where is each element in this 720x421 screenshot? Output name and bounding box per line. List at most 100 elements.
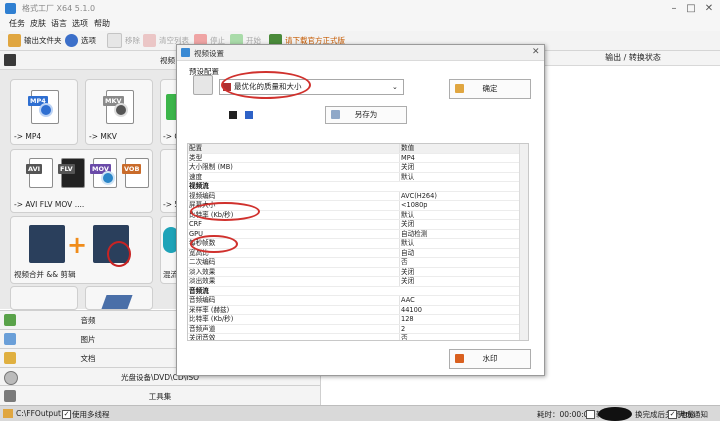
tile-partial-5[interactable] <box>85 286 153 310</box>
folder-icon <box>8 34 21 47</box>
menu-task[interactable]: 任务 <box>9 18 25 29</box>
grid-row[interactable]: 大小限制 (MB) 关闭 <box>188 163 528 173</box>
grid-value: 关闭 <box>399 267 521 276</box>
annotation-ring <box>190 235 238 253</box>
grid-value: AVC(H264) <box>399 191 521 200</box>
save-icon <box>331 110 340 119</box>
grid-row[interactable]: 类型 MP4 <box>188 153 528 163</box>
category-toolbox[interactable]: 工具集 <box>0 385 320 406</box>
grid-scrollbar[interactable] <box>519 144 528 340</box>
output-path[interactable]: C:\FFOutput <box>16 409 61 418</box>
grid-row[interactable]: 比特率 (Kb/秒) 128 <box>188 315 528 325</box>
grid-row[interactable]: 音频声道 2 <box>188 324 528 334</box>
save-as-button[interactable]: 另存为 <box>325 106 407 124</box>
grid-key: 音频编码 <box>189 296 216 304</box>
grid-row[interactable]: 速度 默认 <box>188 172 528 182</box>
category-audio[interactable]: 音频 <box>0 310 176 329</box>
shutdown-checkbox[interactable] <box>586 409 595 419</box>
grid-row[interactable]: 视频编码 AVC(H264) <box>188 191 528 201</box>
grid-key: 关闭音效 <box>189 334 216 341</box>
flv-file-icon: FLV <box>58 158 85 188</box>
grid-section-row[interactable]: 音频流 <box>188 286 528 296</box>
tile-mp4[interactable]: MP4 -> MP4 <box>10 79 78 145</box>
grid-value: MP4 <box>399 153 521 162</box>
dialog-icon <box>181 48 190 57</box>
dialog-close-icon[interactable]: ✕ <box>532 47 540 57</box>
eraser-icon <box>101 295 133 309</box>
grid-value: AAC <box>399 296 521 305</box>
grid-key: 采样率 (赫兹) <box>189 305 230 314</box>
grid-row[interactable]: 淡入效果 关闭 <box>188 267 528 277</box>
grid-row[interactable]: GPU 自动检测 <box>188 229 528 239</box>
grid-key: 音频声道 <box>189 324 216 333</box>
chevron-down-icon: ⌄ <box>392 83 398 91</box>
avi-file-icon: AVI <box>26 158 53 188</box>
grid-key: 比特率 (Kb/秒) <box>189 315 234 323</box>
help-icon[interactable] <box>245 111 253 119</box>
elapsed-time: 耗时：00:00:00 <box>537 410 594 419</box>
status-bar: C:\FFOutput ✓ 使用多线程 耗时：00:00:00 转 换完成后关闭… <box>0 405 720 421</box>
tile-avi-flv-mov[interactable]: AVI FLV MOV VOB -> AVI FLV MOV .... <box>10 149 153 213</box>
grid-value: 自动检测 <box>399 229 521 238</box>
video-category-header[interactable]: 视频 <box>0 51 176 70</box>
grid-key: 视频编码 <box>189 191 216 200</box>
grid-key: 二次编码 <box>189 258 216 266</box>
settings-grid[interactable]: 配置 数值 类型 MP4 大小限制 (MB) 关闭 速度 默认 视频流 视频编码 AVC(H26… <box>187 143 529 341</box>
menu-help[interactable]: 帮助 <box>94 18 110 29</box>
grid-value: 关闭 <box>399 277 521 286</box>
grid-value: 关闭 <box>399 163 521 172</box>
grid-row[interactable]: 淡出效果 关闭 <box>188 277 528 287</box>
grid-row[interactable]: 每秒帧数 默认 <box>188 239 528 249</box>
grid-row[interactable]: 二次编码 否 <box>188 258 528 268</box>
output-folder-button[interactable]: 输出文件夹 <box>8 33 62 48</box>
grid-row[interactable]: 采样率 (赫兹) 44100 <box>188 305 528 315</box>
watermark-icon <box>455 354 464 363</box>
menu-bar: 任务 皮肤 语言 选项 帮助 <box>0 17 720 31</box>
grid-key: 速度 <box>189 172 203 181</box>
notify-checkbox[interactable]: ✓ <box>668 409 677 419</box>
tile-partial-4[interactable] <box>10 286 78 310</box>
category-document[interactable]: 文档 <box>0 348 176 367</box>
grid-value: 否 <box>399 258 521 267</box>
preset-tool-icon[interactable] <box>229 111 237 119</box>
tile-video-merge-clip[interactable]: + 视频合并 && 剪辑 <box>10 216 153 284</box>
menu-skin[interactable]: 皮肤 <box>30 18 46 29</box>
tile-mkv[interactable]: MKV -> MKV <box>85 79 153 145</box>
grid-row[interactable]: 宽高比 自动 <box>188 248 528 258</box>
grid-key: 淡出效果 <box>189 277 216 285</box>
grid-section-row[interactable]: 视频流 <box>188 182 528 192</box>
options-button[interactable]: 选项 <box>65 33 96 48</box>
notify-label: 完成通知 <box>678 410 708 419</box>
maximize-button[interactable]: □ <box>684 2 698 15</box>
scissors-icon <box>107 241 131 267</box>
mov-file-icon: MOV <box>90 158 117 188</box>
grid-row[interactable]: CRF 关闭 <box>188 220 528 230</box>
menu-options[interactable]: 选项 <box>72 18 88 29</box>
folder-icon <box>3 409 13 418</box>
grid-key: CRF <box>189 220 202 228</box>
menu-language[interactable]: 语言 <box>51 18 67 29</box>
grid-value: 2 <box>399 324 521 333</box>
plus-icon: + <box>67 231 88 259</box>
clear-list-icon <box>143 34 156 47</box>
remove-button[interactable]: 移除 <box>107 33 140 48</box>
grid-value: 否 <box>399 334 521 340</box>
grid-value: 自动 <box>399 248 521 257</box>
options-icon <box>65 34 78 47</box>
grid-row[interactable]: 关闭音效 否 <box>188 334 528 341</box>
grid-key: 音频流 <box>189 286 209 295</box>
ok-button[interactable]: 确定 <box>449 79 531 99</box>
tile-label: 视频合并 && 剪辑 <box>14 270 76 279</box>
output-status-column-header[interactable]: 输出 / 转换状态 <box>544 51 720 66</box>
grid-key: 类型 <box>189 153 203 162</box>
multithread-label: 使用多线程 <box>72 410 110 419</box>
category-image[interactable]: 图片 <box>0 329 176 348</box>
film-strip-icon <box>29 225 65 263</box>
multithread-checkbox[interactable]: ✓ <box>62 409 71 419</box>
close-button[interactable]: ✕ <box>702 2 716 15</box>
grid-value: 默认 <box>399 210 521 219</box>
tile-label: -> MKV <box>89 132 117 141</box>
watermark-button[interactable]: 水印 <box>449 349 531 369</box>
minimize-button[interactable]: – <box>667 2 681 15</box>
grid-row[interactable]: 音频编码 AAC <box>188 296 528 306</box>
